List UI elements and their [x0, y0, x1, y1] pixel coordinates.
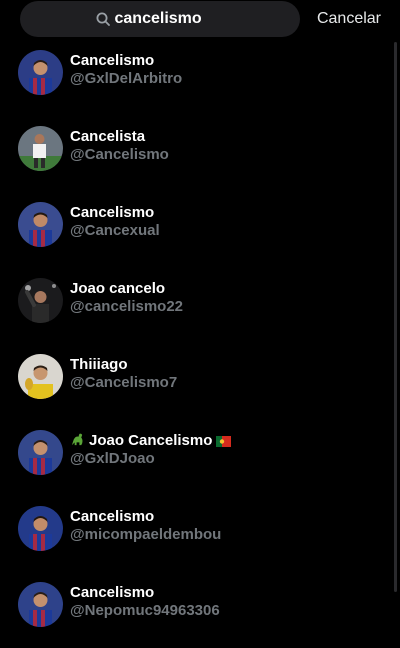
cancel-button[interactable]: Cancelar [317, 10, 381, 28]
avatar[interactable] [18, 582, 63, 627]
search-icon [96, 12, 110, 26]
result-handle: @micompaeldembou [70, 526, 222, 543]
result-row[interactable]: Joao cancelo @cancelismo22 [0, 268, 390, 344]
search-input[interactable] [114, 10, 225, 28]
result-row[interactable]: Cancelismo @Cancexual [0, 192, 390, 268]
result-name: Thiiiago [70, 356, 128, 373]
dinosaur-icon [71, 433, 83, 446]
result-handle: @Cancexual [70, 222, 160, 239]
result-handle: @Cancelismo [70, 146, 169, 163]
avatar[interactable] [18, 354, 63, 399]
result-row[interactable]: Joao Cancelismo @GxlDJoao [0, 420, 390, 496]
search-header: Cancelar [0, 0, 400, 40]
search-bar[interactable] [20, 1, 300, 37]
result-handle: @GxlDelArbitro [70, 70, 183, 87]
result-name: Joao Cancelismo [70, 432, 232, 449]
avatar[interactable] [18, 50, 63, 95]
result-handle: @Nepomuc94963306 [70, 602, 220, 619]
result-row[interactable]: Cancelismo @micompaeldembou [0, 496, 390, 572]
avatar[interactable] [18, 278, 63, 323]
avatar[interactable] [18, 430, 63, 475]
result-name: Cancelismo [70, 508, 155, 525]
result-name: Cancelismo [70, 204, 155, 221]
avatar[interactable] [18, 506, 63, 551]
result-handle: @cancelismo22 [70, 298, 184, 315]
result-name: Cancelismo [70, 52, 155, 69]
result-row[interactable]: Cancelismo @GxlDelArbitro [0, 40, 390, 116]
result-name: Cancelista [70, 128, 146, 145]
portugal-flag-icon [216, 435, 232, 447]
result-row[interactable]: Cancelismo @Nepomuc94963306 [0, 572, 390, 648]
result-name: Joao cancelo [70, 280, 166, 297]
result-row[interactable]: Thiiiago @Cancelismo7 [0, 344, 390, 420]
result-handle: @GxlDJoao [70, 450, 155, 467]
result-name-text: Joao Cancelismo [89, 432, 213, 449]
result-name: Cancelismo [70, 584, 155, 601]
result-handle: @Cancelismo7 [70, 374, 178, 391]
scrollbar[interactable] [394, 42, 397, 592]
avatar[interactable] [18, 202, 63, 247]
result-row[interactable]: Cancelista @Cancelismo [0, 116, 390, 192]
avatar[interactable] [18, 126, 63, 171]
